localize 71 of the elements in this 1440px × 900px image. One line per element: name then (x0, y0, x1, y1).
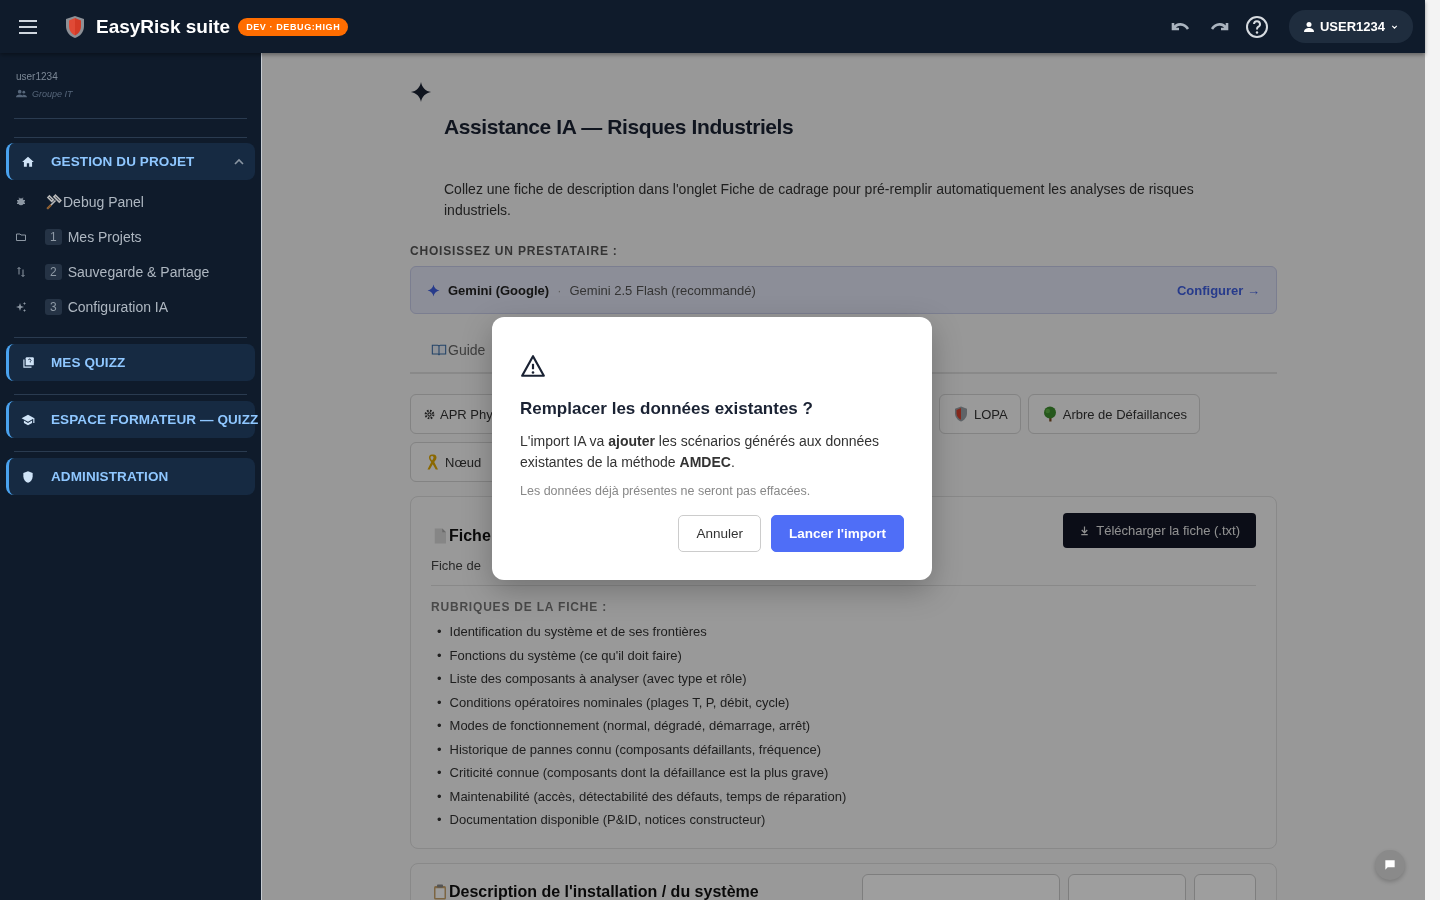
provider-name: Gemini (Google) (448, 282, 550, 298)
bullet: • (437, 717, 442, 735)
card-title: Description de l'installation / du système (449, 882, 759, 900)
graduation-cap-icon (21, 412, 35, 427)
gear-icon (423, 407, 436, 421)
user-name: user1234 (15, 71, 59, 82)
separator-dot: · (557, 282, 562, 298)
sidebar-item[interactable]: Debug Panel (6, 184, 255, 219)
download-icon (1079, 525, 1091, 536)
list-item: Maintenabilité (accès, détectabilité des défauts, temps de réparation) (449, 787, 847, 806)
tools-icon (45, 192, 63, 211)
chat-button[interactable] (1375, 850, 1405, 880)
sidebar-item[interactable]: 1 Mes Projets (6, 219, 255, 254)
download-button[interactable]: Télécharger la fiche (.txt) (1063, 513, 1256, 548)
book-icon (430, 342, 448, 358)
page-title: Assistance IA — Risques Industriels (444, 115, 795, 139)
sidebar-item[interactable]: 3 Configuration IA (6, 289, 255, 324)
list-item: Modes de fonctionnement (normal, dégradé, démarrage, arrêt) (449, 717, 811, 735)
bullet: • (437, 787, 442, 806)
tab[interactable]: Guide (430, 328, 486, 374)
intro-text: Collez une fiche de description dans l'onglet Fiche de cadrage pour pré-remplir automatiquement les analyses de risques industriels. (444, 180, 1195, 220)
model-name: Gemini 2.5 Flash (recommandé) (569, 282, 756, 298)
list-item: Conditions opératoires nominales (plages T, P, débit, cycle) (449, 693, 790, 712)
bullet: • (437, 670, 442, 688)
arrows-icon (15, 265, 27, 278)
sections-label: RUBRIQUES DE LA FICHE : (431, 600, 608, 614)
sidebar-section[interactable]: GESTION DU PROJET (6, 143, 255, 180)
bullet: • (437, 693, 442, 712)
bullet: • (437, 623, 442, 641)
menu-icon[interactable] (18, 18, 38, 35)
dialog-title: Remplacer les données existantes ? (520, 399, 814, 419)
list-item: Documentation disponible (P&ID, notices constructeur) (449, 811, 766, 829)
group-icon (16, 88, 27, 99)
bullet: • (437, 811, 442, 829)
sparkle-icon (410, 81, 432, 103)
sidebar-section[interactable]: MES QUIZZ (6, 344, 255, 381)
list-item: Identification du système et de ses frontières (449, 623, 707, 641)
provider-label: CHOISISSEZ UN PRESTATAIRE : (410, 244, 619, 258)
sidebar-item[interactable]: 2 Sauvegarde & Partage (6, 254, 255, 289)
quiz-icon (21, 355, 35, 370)
method-button[interactable]: Arbre de Défaillances (1027, 394, 1200, 434)
help-icon[interactable] (1244, 14, 1269, 39)
folder-icon (15, 230, 27, 243)
bullet: • (437, 764, 442, 782)
list-item: Criticité connue (composants dont la défaillance est la plus grave) (449, 764, 829, 782)
list-item: Liste des composants à analyser (avec type et rôle) (449, 670, 747, 688)
app-title: EasyRisk suite (96, 15, 231, 38)
shield-icon (21, 469, 35, 484)
list-item: Fonctions du système (ce qu'il doit faire) (449, 646, 682, 665)
sidebar-section[interactable]: ADMINISTRATION (6, 458, 255, 495)
user-icon (1302, 20, 1315, 33)
cancel-button[interactable]: Annuler (678, 515, 761, 552)
warning-icon (520, 353, 546, 379)
card-title: Fiche (449, 526, 491, 545)
method-button[interactable]: LOPA (939, 394, 1021, 434)
chat-icon (1383, 858, 1397, 872)
group-name: Groupe IT (32, 88, 73, 99)
shield-icon (952, 405, 970, 423)
home-icon (21, 154, 35, 169)
dialog-note: Les données déjà présentes ne seront pas effacées. (520, 484, 812, 498)
provider-selector[interactable]: Gemini (Google) · Gemini 2.5 Flash (recommandé) Configurer → (410, 266, 1277, 314)
bug-icon (15, 195, 27, 208)
bullet: • (437, 740, 442, 759)
bullet: • (437, 646, 442, 665)
sparkle-icon (15, 300, 27, 313)
import-button[interactable]: Lancer l'import (771, 515, 904, 552)
shield-logo-icon (64, 14, 86, 39)
environment-badge: DEV · DEBUG:HIGH (238, 17, 349, 36)
sparkle-icon (427, 283, 440, 297)
user-menu-button[interactable]: USER1234 (1288, 10, 1413, 43)
list-item: Historique de pannes connu (composants défaillants, fréquence) (449, 740, 821, 759)
